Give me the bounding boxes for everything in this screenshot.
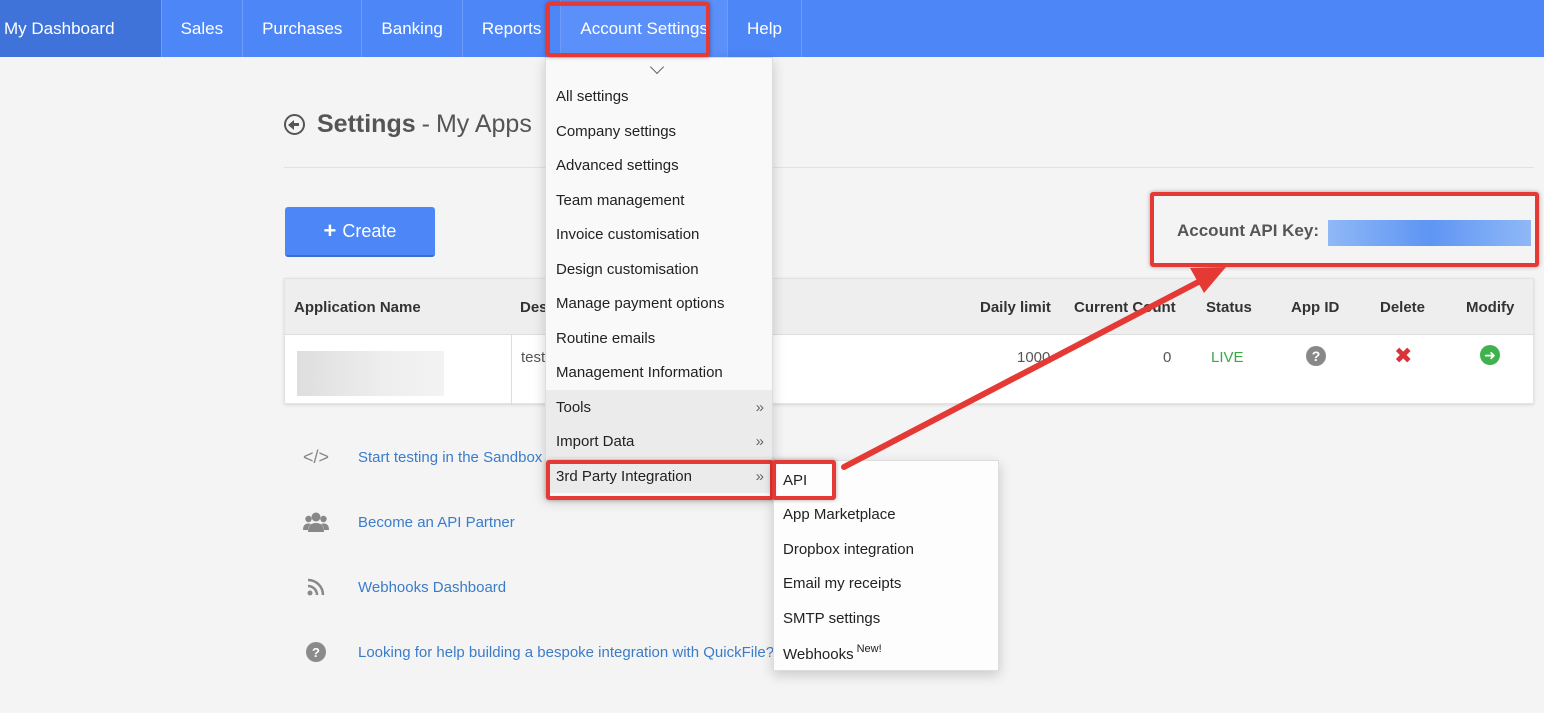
menu-item-routine-emails[interactable]: Routine emails (546, 321, 772, 355)
menu-item-team-management[interactable]: Team management (546, 183, 772, 217)
api-key-value-redacted[interactable] (1328, 220, 1531, 246)
row-daily-limit: 1000 (1017, 349, 1051, 366)
new-badge: New! (856, 643, 882, 655)
create-button-label: Create (342, 220, 397, 241)
menu-item-all-settings[interactable]: All settings (546, 79, 772, 113)
submenu-item-smtp-settings[interactable]: SMTP settings (774, 601, 998, 635)
link-api-partner[interactable]: Become an API Partner (300, 509, 515, 535)
nav-sales[interactable]: Sales (162, 0, 244, 57)
top-nav: My Dashboard Sales Purchases Banking Rep… (0, 0, 1544, 57)
link-bespoke-integration-text[interactable]: Looking for help building a bespoke inte… (358, 644, 774, 661)
header-delete: Delete (1380, 299, 1426, 316)
apps-table: Application Name Des Daily limit Current… (284, 278, 1534, 405)
submenu-item-webhooks[interactable]: Webhooks New! (774, 637, 998, 671)
modify-arrow-icon[interactable]: ➜ (1480, 345, 1500, 365)
integration-submenu: API App Marketplace Dropbox integration … (773, 460, 999, 671)
status-badge: LIVE (1211, 349, 1244, 366)
nav-account-settings[interactable]: Account Settings (561, 0, 728, 57)
menu-item-3rd-party-integration-label: 3rd Party Integration (556, 467, 692, 485)
page-title-separator: - (421, 110, 430, 138)
double-chevron-right-icon: » (755, 432, 764, 450)
submenu-item-app-marketplace[interactable]: App Marketplace (774, 497, 998, 531)
header-current-count: Current Count (1074, 299, 1176, 316)
menu-item-tools[interactable]: Tools » (546, 390, 772, 424)
plus-icon: + (323, 218, 337, 243)
question-icon: ? (300, 639, 332, 665)
header-app-id: App ID (1291, 299, 1340, 316)
chevron-down-icon (649, 59, 665, 75)
menu-item-invoice-customisation[interactable]: Invoice customisation (546, 217, 772, 251)
menu-item-import-data[interactable]: Import Data » (546, 424, 772, 458)
back-arrow-icon[interactable] (284, 114, 305, 135)
row-description: test (521, 349, 546, 366)
nav-reports[interactable]: Reports (463, 0, 562, 57)
nav-banking[interactable]: Banking (362, 0, 463, 57)
page-title-main: Settings (317, 110, 416, 138)
header-application-name: Application Name (294, 299, 421, 316)
create-button[interactable]: + Create (285, 207, 435, 257)
menu-item-manage-payment-options[interactable]: Manage payment options (546, 286, 772, 320)
menu-item-advanced-settings[interactable]: Advanced settings (546, 148, 772, 182)
nav-help[interactable]: Help (728, 0, 802, 57)
double-chevron-right-icon: » (755, 467, 764, 485)
menu-item-import-data-label: Import Data (556, 432, 635, 450)
submenu-item-email-my-receipts[interactable]: Email my receipts (774, 566, 998, 600)
table-header: Application Name Des Daily limit Current… (285, 279, 1533, 335)
header-status: Status (1206, 299, 1252, 316)
link-webhooks-dashboard[interactable]: Webhooks Dashboard (300, 574, 506, 600)
header-description: Des (520, 299, 548, 316)
nav-my-dashboard[interactable]: My Dashboard (0, 0, 162, 57)
link-bespoke-integration[interactable]: ? Looking for help building a bespoke in… (300, 639, 774, 665)
nav-purchases[interactable]: Purchases (243, 0, 363, 57)
link-sandbox[interactable]: </> Start testing in the Sandbox (300, 444, 542, 470)
heading-divider (284, 167, 1534, 168)
rss-icon (300, 574, 332, 600)
app-id-help-icon[interactable]: ? (1306, 346, 1326, 366)
page-title: Settings - My Apps (284, 110, 532, 139)
api-key-label: Account API Key: (1177, 221, 1320, 240)
application-name-redacted (297, 351, 444, 396)
double-chevron-right-icon: » (755, 398, 764, 416)
menu-item-3rd-party-integration[interactable]: 3rd Party Integration » (546, 459, 772, 493)
menu-item-company-settings[interactable]: Company settings (546, 114, 772, 148)
column-divider (511, 335, 512, 405)
link-api-partner-text[interactable]: Become an API Partner (358, 514, 515, 531)
header-modify: Modify (1466, 299, 1515, 316)
submenu-item-api[interactable]: API (774, 463, 998, 497)
row-current-count: 0 (1163, 349, 1172, 366)
menu-item-management-information[interactable]: Management Information (546, 355, 772, 389)
menu-item-design-customisation[interactable]: Design customisation (546, 252, 772, 286)
submenu-item-webhooks-label: Webhooks (783, 645, 854, 663)
account-settings-menu: All settings Company settings Advanced s… (545, 57, 773, 497)
page-subtitle: My Apps (435, 110, 532, 138)
link-webhooks-dashboard-text[interactable]: Webhooks Dashboard (358, 579, 506, 596)
code-icon: </> (302, 446, 330, 467)
header-daily-limit: Daily limit (980, 299, 1051, 316)
menu-item-tools-label: Tools (556, 398, 592, 416)
delete-icon[interactable]: ✖ (1394, 345, 1412, 367)
link-sandbox-text[interactable]: Start testing in the Sandbox (358, 449, 542, 466)
submenu-item-dropbox-integration[interactable]: Dropbox integration (774, 532, 998, 566)
users-icon (300, 509, 332, 535)
